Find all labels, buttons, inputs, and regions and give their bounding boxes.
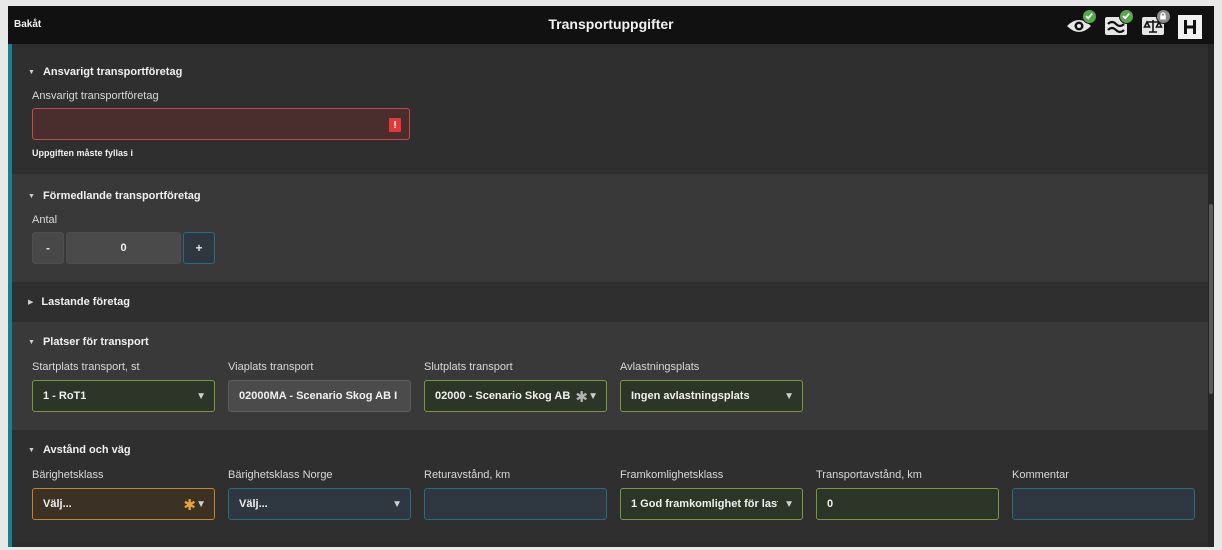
- count-label: Antal: [32, 214, 58, 226]
- check-badge-icon: [1082, 9, 1097, 24]
- collapsed-icon: ▶: [28, 299, 34, 306]
- eye-check-icon[interactable]: [1063, 9, 1097, 40]
- back-button[interactable]: Bakåt: [14, 19, 41, 30]
- end-place-select[interactable]: 02000 - Scenario Skog AB Mot ✱ ▼: [424, 380, 607, 412]
- section-loading: ▶ Lastande företag: [12, 282, 1208, 322]
- toolbar-icons: [1063, 9, 1206, 42]
- responsible-company-input[interactable]: !: [32, 108, 410, 140]
- chevron-down-icon: ▼: [588, 391, 598, 402]
- check-badge-icon: [1119, 9, 1134, 24]
- expanded-icon: ▼: [28, 338, 35, 346]
- input-value: 0: [827, 498, 834, 510]
- end-place-label: Slutplats transport: [424, 361, 513, 373]
- select-value: 1 God framkomlighet för lastb: [631, 498, 778, 510]
- bearing-class-norway-label: Bärighetsklass Norge: [228, 469, 333, 481]
- section-header-distance[interactable]: ▼ Avstånd och väg: [28, 440, 131, 460]
- accessibility-class-label: Framkomlighetsklass: [620, 469, 724, 481]
- section-header-places[interactable]: ▼ Platser för transport: [28, 332, 149, 352]
- section-title: Avstånd och väg: [42, 444, 131, 456]
- required-icon: ✱: [575, 389, 588, 406]
- h-icon[interactable]: [1174, 12, 1206, 40]
- field-label: Ansvarigt transportföretag: [32, 90, 159, 102]
- select-value: Välj...: [43, 498, 72, 510]
- section-places: ▼ Platser för transport Startplats trans…: [12, 322, 1208, 430]
- top-bar: Bakåt Transportuppgifter: [8, 6, 1214, 44]
- expanded-icon: ▼: [28, 446, 35, 454]
- transport-distance-input[interactable]: 0: [816, 488, 999, 520]
- lock-badge-icon: [1156, 9, 1171, 24]
- section-header-loading[interactable]: ▶ Lastande företag: [28, 292, 130, 312]
- section-title: Förmedlande transportföretag: [42, 190, 201, 202]
- page-title: Transportuppgifter: [548, 16, 674, 32]
- select-value: Välj...: [239, 498, 268, 510]
- chevron-down-icon: ▼: [196, 499, 206, 510]
- select-value: 1 - RoT1: [43, 390, 87, 402]
- count-value[interactable]: 0: [66, 232, 181, 264]
- decrement-button[interactable]: -: [32, 232, 64, 264]
- via-place-field: 02000MA - Scenario Skog AB I: [228, 380, 411, 412]
- bearing-class-norway-select[interactable]: Välj... ▼: [228, 488, 411, 520]
- accessibility-class-select[interactable]: 1 God framkomlighet för lastb ▼: [620, 488, 803, 520]
- expanded-icon: ▼: [28, 192, 35, 200]
- section-responsible: ▼ Ansvarigt transportföretag Ansvarigt t…: [12, 48, 1208, 174]
- via-place-label: Viaplats transport: [228, 361, 314, 373]
- section-distance: ▼ Avstånd och väg Bärighetsklass Välj...…: [12, 430, 1208, 542]
- comment-label: Kommentar: [1012, 469, 1069, 481]
- return-distance-input[interactable]: [424, 488, 607, 520]
- start-place-select[interactable]: 1 - RoT1 ▼: [32, 380, 215, 412]
- chevron-down-icon: ▼: [392, 499, 402, 510]
- return-distance-label: Returavstånd, km: [424, 469, 511, 481]
- bearing-class-label: Bärighetsklass: [32, 469, 104, 481]
- field-value: 02000MA - Scenario Skog AB I: [239, 390, 398, 402]
- app-window: Bakåt Transportuppgifter ▼ Ansvarigt tra…: [8, 6, 1214, 547]
- expanded-icon: ▼: [28, 68, 35, 76]
- wave-check-icon[interactable]: [1100, 9, 1134, 40]
- section-title: Platser för transport: [42, 336, 149, 348]
- required-icon: ✱: [183, 497, 196, 514]
- transport-distance-label: Transportavstånd, km: [816, 469, 922, 481]
- unload-place-label: Avlastningsplats: [620, 361, 700, 373]
- comment-input[interactable]: [1012, 488, 1195, 520]
- select-value: Ingen avlastningsplats: [631, 390, 750, 402]
- chevron-down-icon: ▼: [784, 499, 794, 510]
- balance-lock-icon[interactable]: [1137, 9, 1171, 40]
- section-title: Ansvarigt transportföretag: [42, 66, 183, 78]
- chevron-down-icon: ▼: [196, 391, 206, 402]
- select-value: 02000 - Scenario Skog AB Mot: [435, 390, 572, 402]
- error-message: Uppgiften måste fyllas i: [32, 148, 134, 158]
- start-place-label: Startplats transport, st: [32, 361, 140, 373]
- scrollbar-thumb[interactable]: [1209, 204, 1213, 394]
- chevron-down-icon: ▼: [784, 391, 794, 402]
- section-header-intermediary[interactable]: ▼ Förmedlande transportföretag: [28, 186, 201, 206]
- bearing-class-select[interactable]: Välj... ✱ ▼: [32, 488, 215, 520]
- error-icon: !: [389, 118, 401, 132]
- unload-place-select[interactable]: Ingen avlastningsplats ▼: [620, 380, 803, 412]
- section-title: Lastande företag: [41, 296, 131, 308]
- increment-button[interactable]: +: [183, 232, 215, 264]
- section-header-responsible[interactable]: ▼ Ansvarigt transportföretag: [28, 62, 182, 82]
- section-intermediary: ▼ Förmedlande transportföretag Antal - 0…: [12, 174, 1208, 282]
